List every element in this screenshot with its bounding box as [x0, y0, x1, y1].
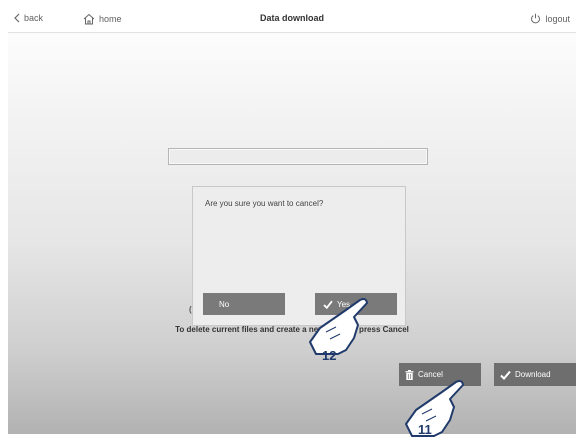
no-label: No — [219, 299, 230, 309]
logout-button[interactable]: logout — [530, 13, 570, 24]
hand-pointer-icon: 11 — [405, 380, 464, 437]
step-12-hand-callout: 12 — [306, 292, 372, 377]
instruction-text: To delete current files and create a new… — [175, 325, 409, 334]
app-screen: back home Data download logout ( To dele… — [8, 8, 576, 437]
hand-pointer-icon: 12 — [309, 298, 368, 363]
download-progress-bar — [168, 148, 428, 165]
power-icon — [531, 13, 541, 24]
step-11-number: 11 — [418, 422, 432, 437]
download-button[interactable]: Download — [494, 363, 576, 386]
cancel-confirm-dialog: Are you sure you want to cancel? No Yes — [192, 186, 406, 326]
dialog-question: Are you sure you want to cancel? — [205, 199, 324, 208]
download-label: Download — [515, 370, 551, 379]
step-11-hand-callout: 11 — [398, 368, 468, 447]
no-button[interactable]: No — [203, 293, 285, 315]
top-bar: back home Data download logout — [8, 8, 576, 33]
checkmark-icon — [500, 370, 511, 380]
page-title: Data download — [259, 13, 324, 23]
logout-label: logout — [545, 13, 570, 24]
step-12-number: 12 — [322, 348, 336, 363]
